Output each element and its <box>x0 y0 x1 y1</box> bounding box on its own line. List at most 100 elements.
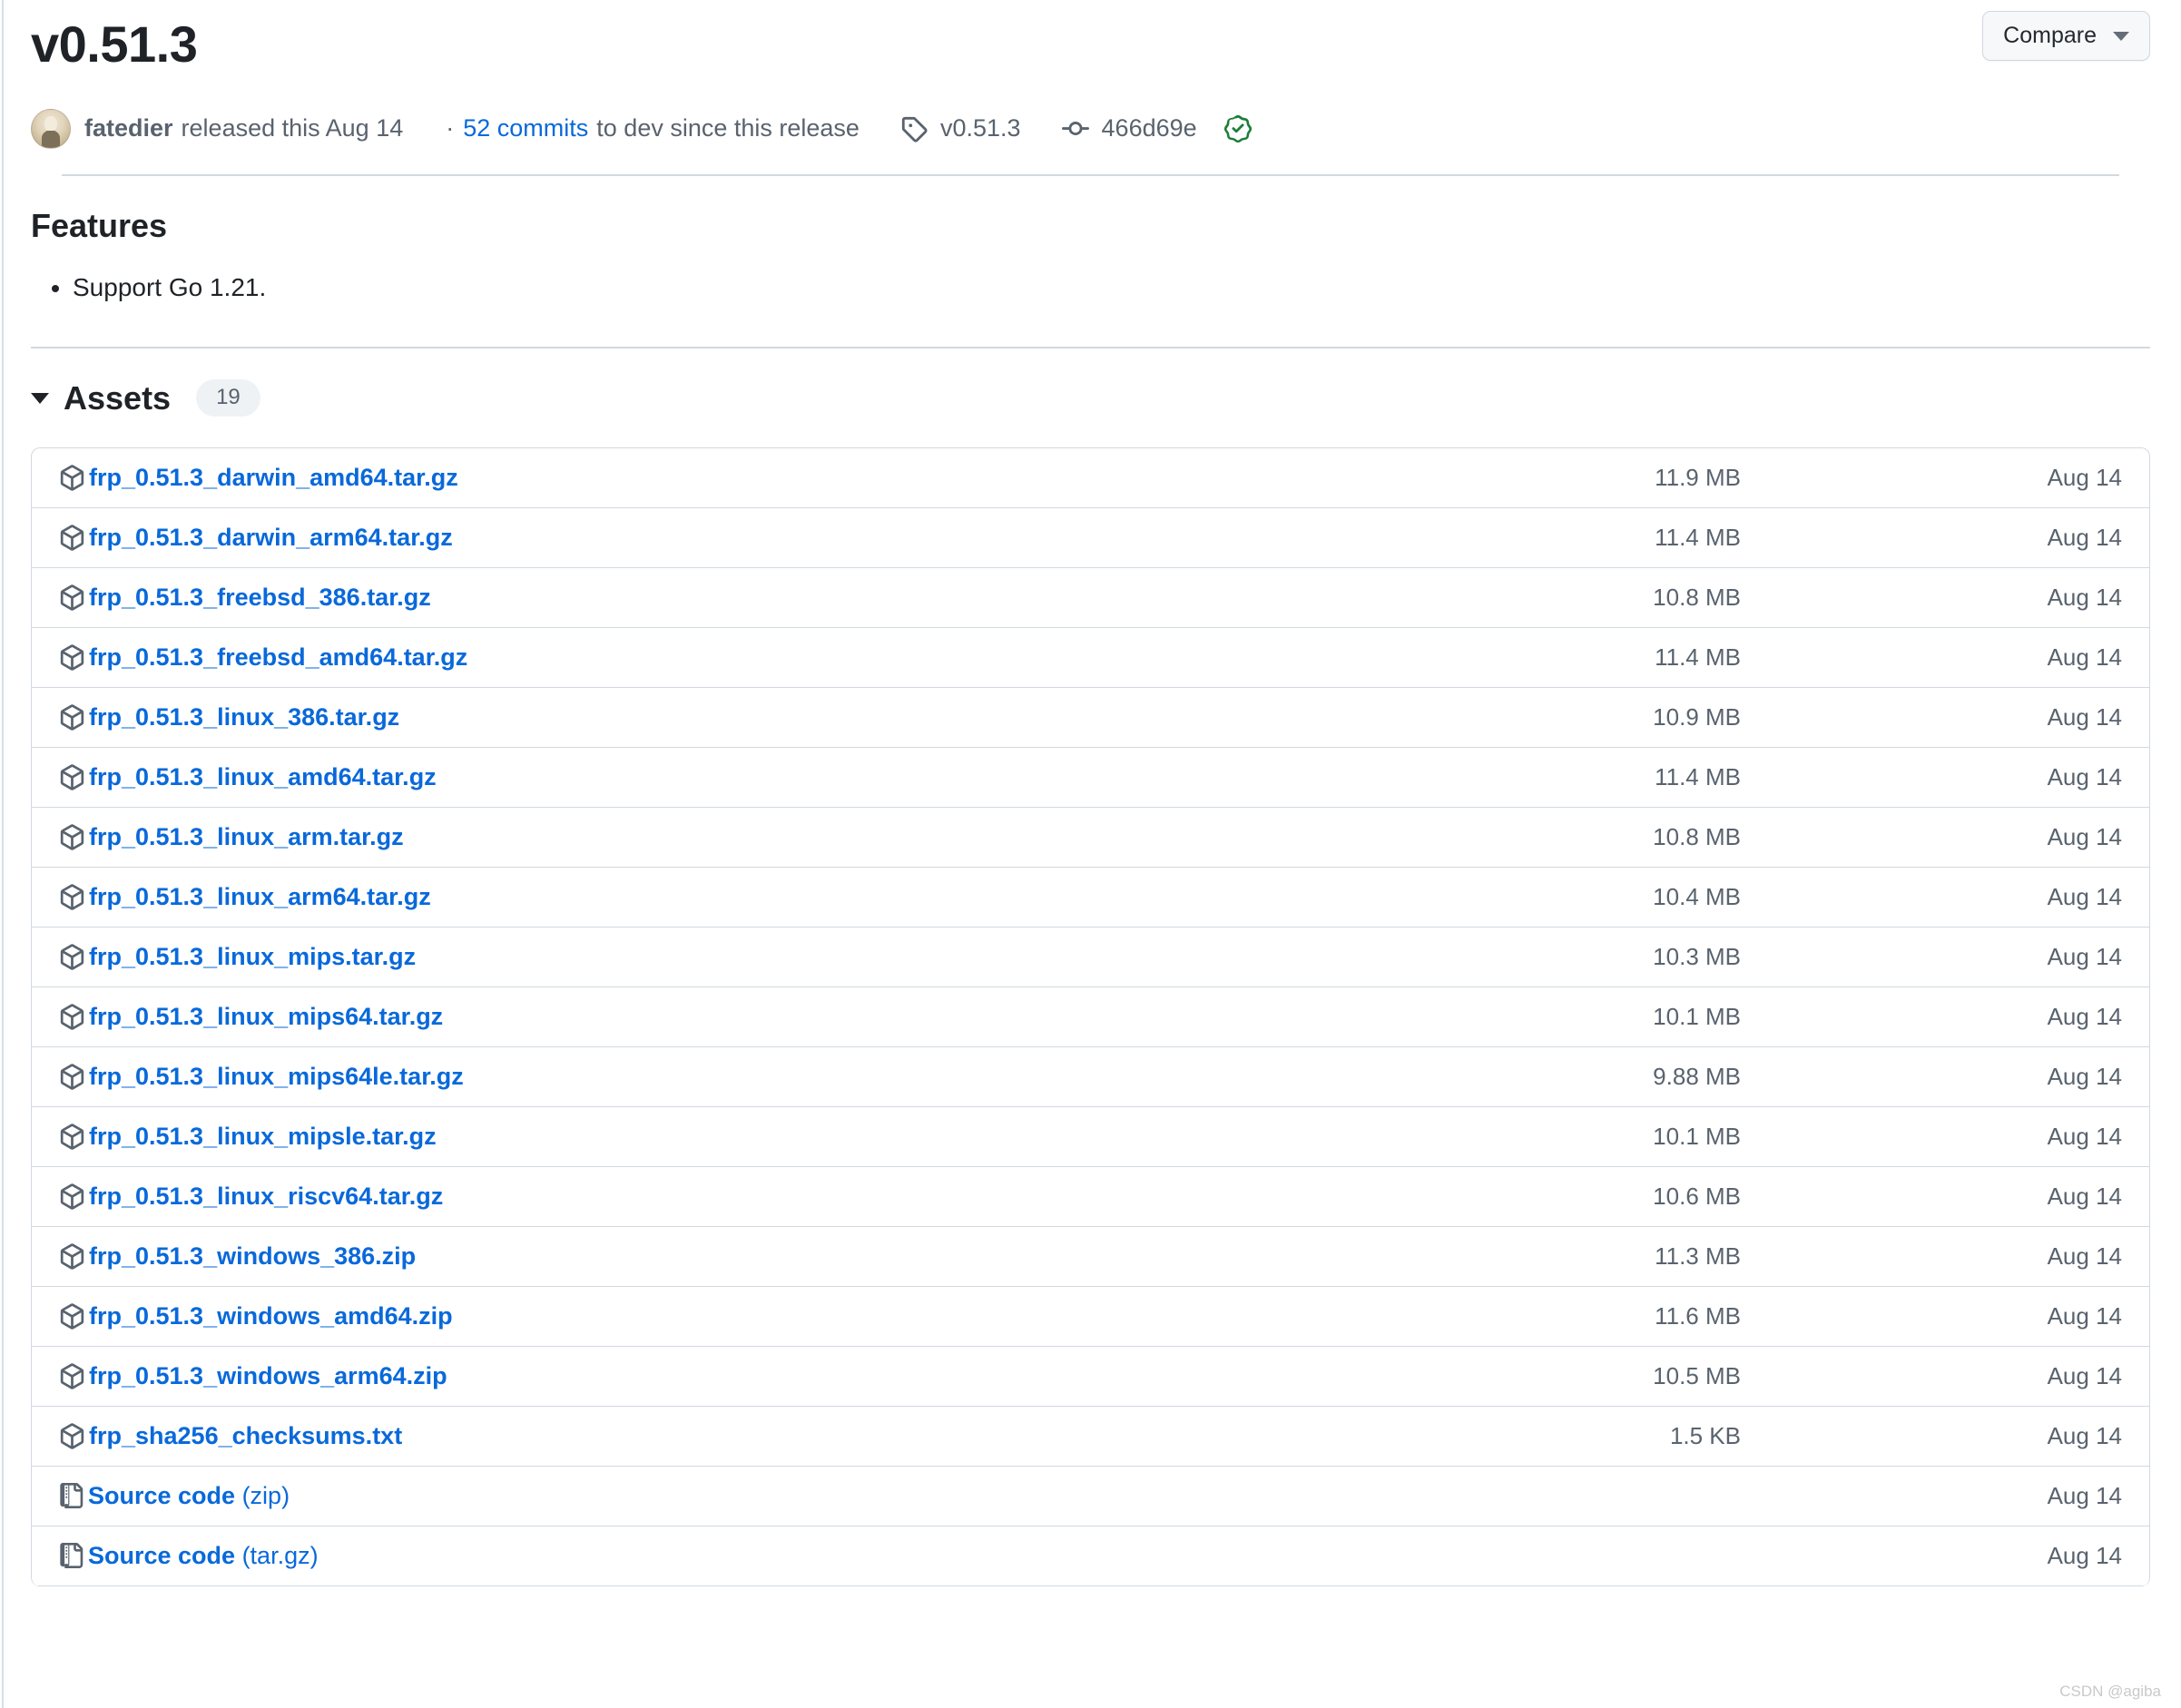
features-heading: Features <box>31 207 2150 245</box>
asset-link[interactable]: frp_0.51.3_linux_mips.tar.gz <box>89 943 416 971</box>
asset-size: 10.1 MB <box>1441 1123 1741 1151</box>
table-row[interactable]: frp_0.51.3_darwin_arm64.tar.gz 11.4 MBAug… <box>32 508 2149 568</box>
asset-link[interactable]: frp_sha256_checksums.txt <box>89 1422 402 1450</box>
package-icon <box>59 944 85 970</box>
commit-chip[interactable]: 466d69e <box>1062 114 1252 142</box>
asset-link[interactable]: frp_0.51.3_windows_arm64.zip <box>89 1362 447 1390</box>
asset-name-cell: Source code (zip) <box>59 1482 1441 1510</box>
package-icon <box>59 1423 85 1449</box>
meta-separator: · <box>446 114 454 142</box>
package-icon <box>59 1064 85 1090</box>
asset-name-cell: frp_0.51.3_linux_mips64le.tar.gz <box>59 1063 1441 1091</box>
asset-name-cell: frp_0.51.3_linux_386.tar.gz <box>59 703 1441 731</box>
asset-name-cell: frp_0.51.3_freebsd_amd64.tar.gz <box>59 643 1441 672</box>
page-title: v0.51.3 <box>31 16 2150 73</box>
table-row[interactable]: frp_0.51.3_linux_mips64le.tar.gz9.88 MBA… <box>32 1047 2149 1107</box>
asset-name-cell: frp_0.51.3_linux_amd64.tar.gz <box>59 763 1441 791</box>
asset-link[interactable]: frp_0.51.3_windows_386.zip <box>89 1242 416 1271</box>
asset-name-cell: frp_0.51.3_windows_arm64.zip <box>59 1362 1441 1390</box>
package-icon <box>59 1243 85 1270</box>
asset-date: Aug 14 <box>1741 1183 2122 1211</box>
table-row[interactable]: frp_0.51.3_linux_arm64.tar.gz10.4 MBAug … <box>32 868 2149 928</box>
asset-link[interactable]: frp_0.51.3_darwin_arm64.tar.gz <box>89 524 453 552</box>
asset-size: 10.4 MB <box>1441 883 1741 911</box>
asset-date: Aug 14 <box>1741 763 2122 791</box>
asset-date: Aug 14 <box>1741 643 2122 672</box>
package-icon <box>59 1363 85 1389</box>
asset-date: Aug 14 <box>1741 1063 2122 1091</box>
asset-name-cell: frp_0.51.3_windows_amd64.zip <box>59 1302 1441 1330</box>
asset-link[interactable]: frp_0.51.3_freebsd_386.tar.gz <box>89 584 431 612</box>
table-row[interactable]: frp_0.51.3_linux_386.tar.gz10.9 MBAug 14 <box>32 688 2149 748</box>
asset-date: Aug 14 <box>1741 524 2122 552</box>
package-icon <box>59 465 85 491</box>
table-row[interactable]: Source code (zip) Aug 14 <box>32 1467 2149 1526</box>
package-icon <box>59 704 85 731</box>
asset-link[interactable]: frp_0.51.3_windows_amd64.zip <box>89 1302 453 1330</box>
asset-link[interactable]: frp_0.51.3_linux_arm.tar.gz <box>89 823 404 851</box>
asset-size: 11.4 MB <box>1441 643 1741 672</box>
table-row[interactable]: frp_0.51.3_linux_mips.tar.gz10.3 MBAug 1… <box>32 928 2149 987</box>
author-link[interactable]: fatedier <box>84 114 173 142</box>
tag-icon <box>900 115 928 142</box>
asset-link[interactable]: frp_0.51.3_linux_mips64.tar.gz <box>89 1003 443 1031</box>
release-meta: fatedier released this Aug 14 · 52 commi… <box>31 109 2150 149</box>
release-page: Compare v0.51.3 fatedier released this A… <box>0 0 2181 1586</box>
commits-link[interactable]: 52 commits <box>463 114 588 142</box>
assets-toggle[interactable]: Assets 19 <box>0 348 2181 417</box>
asset-link[interactable]: frp_0.51.3_linux_mips64le.tar.gz <box>89 1063 464 1091</box>
asset-date: Aug 14 <box>1741 1422 2122 1450</box>
table-row[interactable]: Source code (tar.gz)Aug 14 <box>32 1526 2149 1586</box>
asset-name-cell: frp_0.51.3_linux_arm.tar.gz <box>59 823 1441 851</box>
table-row[interactable]: frp_sha256_checksums.txt 1.5 KBAug 14 <box>32 1407 2149 1467</box>
asset-link[interactable]: frp_0.51.3_linux_mipsle.tar.gz <box>89 1123 437 1151</box>
asset-link[interactable]: frp_0.51.3_linux_386.tar.gz <box>89 703 399 731</box>
table-row[interactable]: frp_0.51.3_linux_riscv64.tar.gz10.6 MBAu… <box>32 1167 2149 1227</box>
package-icon <box>59 1124 85 1150</box>
table-row[interactable]: frp_0.51.3_linux_mipsle.tar.gz 10.1 MBAug… <box>32 1107 2149 1167</box>
file-zip-icon <box>59 1483 84 1508</box>
file-zip-icon <box>59 1543 84 1568</box>
table-row[interactable]: frp_0.51.3_darwin_amd64.tar.gz11.9 MBAug… <box>32 448 2149 508</box>
git-commit-icon <box>1062 115 1089 142</box>
asset-date: Aug 14 <box>1741 823 2122 851</box>
table-row[interactable]: frp_0.51.3_windows_amd64.zip11.6 MBAug 1… <box>32 1287 2149 1347</box>
release-body: Features Support Go 1.21. <box>0 176 2181 348</box>
asset-link[interactable]: frp_0.51.3_linux_riscv64.tar.gz <box>89 1183 443 1211</box>
asset-link[interactable]: Source code (zip) <box>88 1482 290 1510</box>
asset-size: 10.9 MB <box>1441 703 1741 731</box>
table-row[interactable]: frp_0.51.3_freebsd_386.tar.gz10.8 MBAug … <box>32 568 2149 628</box>
table-row[interactable]: frp_0.51.3_freebsd_amd64.tar.gz 11.4 MBAu… <box>32 628 2149 688</box>
asset-size: 11.3 MB <box>1441 1242 1741 1271</box>
tag-chip[interactable]: v0.51.3 <box>900 114 1021 142</box>
asset-date: Aug 14 <box>1741 1003 2122 1031</box>
asset-link[interactable]: frp_0.51.3_darwin_amd64.tar.gz <box>89 464 458 492</box>
table-row[interactable]: frp_0.51.3_windows_arm64.zip10.5 MBAug 1… <box>32 1347 2149 1407</box>
asset-size: 1.5 KB <box>1441 1422 1741 1450</box>
package-icon <box>59 764 85 790</box>
commit-hash: 466d69e <box>1102 114 1197 142</box>
asset-name-cell: frp_0.51.3_linux_mips.tar.gz <box>59 943 1441 971</box>
table-row[interactable]: frp_0.51.3_linux_amd64.tar.gz11.4 MBAug … <box>32 748 2149 808</box>
asset-name-cell: frp_0.51.3_darwin_amd64.tar.gz <box>59 464 1441 492</box>
package-icon <box>59 1004 85 1030</box>
compare-button[interactable]: Compare <box>1982 11 2150 61</box>
asset-date: Aug 14 <box>1741 464 2122 492</box>
asset-size: 11.4 MB <box>1441 524 1741 552</box>
table-row[interactable]: frp_0.51.3_linux_mips64.tar.gz10.1 MBAug… <box>32 987 2149 1047</box>
asset-date: Aug 14 <box>1741 1482 2122 1510</box>
asset-link[interactable]: frp_0.51.3_linux_amd64.tar.gz <box>89 763 437 791</box>
asset-name-cell: frp_0.51.3_linux_arm64.tar.gz <box>59 883 1441 911</box>
table-row[interactable]: frp_0.51.3_windows_386.zip11.3 MBAug 14 <box>32 1227 2149 1287</box>
asset-link[interactable]: frp_0.51.3_linux_arm64.tar.gz <box>89 883 431 911</box>
verified-check-icon <box>1224 115 1252 142</box>
asset-link[interactable]: Source code (tar.gz) <box>88 1542 319 1570</box>
features-list: Support Go 1.21. <box>31 269 2150 307</box>
asset-link[interactable]: frp_0.51.3_freebsd_amd64.tar.gz <box>89 643 467 672</box>
table-row[interactable]: frp_0.51.3_linux_arm.tar.gz 10.8 MBAug 14 <box>32 808 2149 868</box>
asset-date: Aug 14 <box>1741 1123 2122 1151</box>
asset-size: 10.8 MB <box>1441 823 1741 851</box>
list-item: Support Go 1.21. <box>73 269 2150 307</box>
asset-name-cell: frp_sha256_checksums.txt <box>59 1422 1441 1450</box>
avatar[interactable] <box>31 109 71 149</box>
